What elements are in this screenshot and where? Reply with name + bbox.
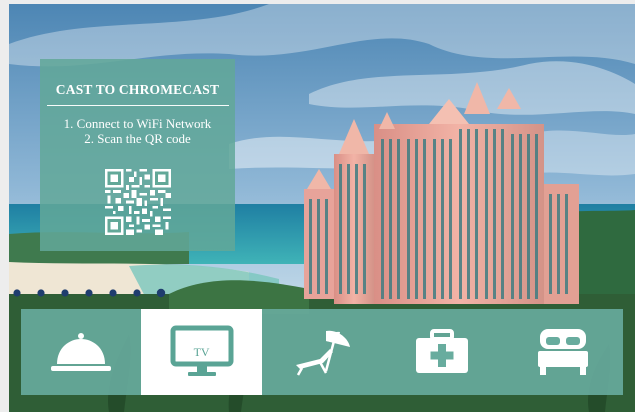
first-aid-kit-icon (416, 329, 469, 373)
carousel-dot[interactable] (85, 289, 93, 297)
carousel-dot[interactable] (13, 289, 21, 297)
cast-step-scan-qr: 2. Scan the QR code (84, 131, 191, 146)
beach-lounger-icon (295, 330, 350, 376)
carousel-dot[interactable] (37, 289, 45, 297)
carousel-dot[interactable] (133, 289, 141, 297)
menu-item-tv[interactable]: TV (141, 309, 262, 395)
cast-panel-divider (46, 105, 229, 106)
cast-panel-title: CAST TO CHROMECAST (55, 82, 220, 97)
qr-code (105, 169, 171, 235)
bed-icon (537, 329, 588, 375)
carousel-dot[interactable] (61, 289, 69, 297)
tv-home-screen: CAST TO CHROMECAST 1. Connect to WiFi Ne… (9, 4, 635, 412)
carousel-pagination (13, 288, 166, 298)
menu-item-housekeeping[interactable] (503, 309, 623, 395)
menu-item-beach[interactable] (262, 309, 382, 395)
cast-step-connect-wifi: 1. Connect to WiFi Network (63, 116, 212, 131)
tv-icon-label: TV (193, 345, 210, 359)
app-window: CAST TO CHROMECAST 1. Connect to WiFi Ne… (0, 0, 635, 412)
carousel-dot-active[interactable] (156, 288, 166, 298)
menu-item-first-aid[interactable] (382, 309, 502, 395)
carousel-dot[interactable] (109, 289, 117, 297)
menu-item-room-service[interactable] (21, 309, 141, 395)
main-menu-bar: TV (21, 309, 623, 395)
room-service-cloche-icon (51, 333, 112, 371)
cast-to-chromecast-panel: CAST TO CHROMECAST 1. Connect to WiFi Ne… (40, 59, 235, 251)
